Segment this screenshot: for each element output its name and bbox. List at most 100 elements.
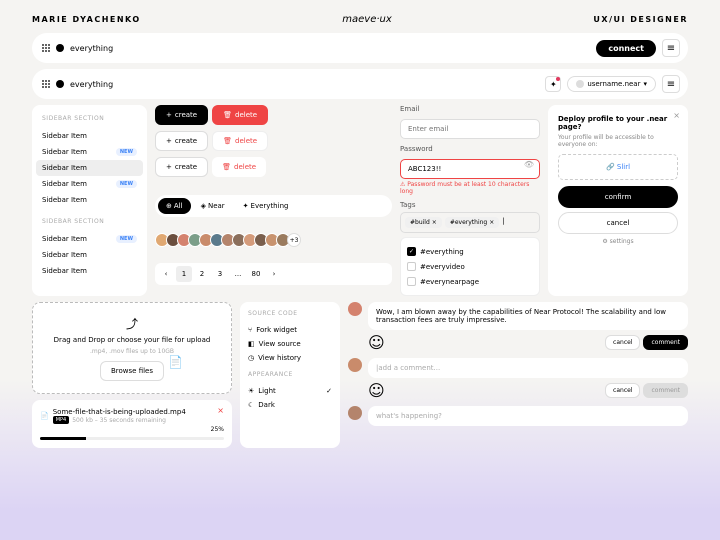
trash-icon: 🗑 xyxy=(223,111,232,119)
video-icon: 📄 xyxy=(40,412,49,420)
sidebar-item[interactable]: Sidebar ItemNEW xyxy=(36,144,143,160)
page-number[interactable]: 3 xyxy=(212,266,228,282)
deploy-sub: Your profile will be accessible to every… xyxy=(558,134,678,148)
menu-source[interactable]: ◧View source xyxy=(248,337,332,351)
avatar-stack: +3 xyxy=(155,233,392,247)
password-input[interactable] xyxy=(400,159,540,179)
create-button[interactable]: +create xyxy=(155,157,208,177)
delete-button-primary[interactable]: 🗑delete xyxy=(212,105,268,125)
sidebar-item[interactable]: Sidebar Item xyxy=(36,128,143,144)
upload-dropzone[interactable]: ⤴ Drag and Drop or choose your file for … xyxy=(32,302,232,394)
browse-button[interactable]: Browse files xyxy=(100,361,164,381)
delete-link[interactable]: 🗑delete xyxy=(212,157,266,177)
create-button-primary[interactable]: +create xyxy=(155,105,208,125)
remove-icon[interactable]: × xyxy=(489,219,494,226)
sun-icon: ☀ xyxy=(248,387,254,395)
chevron-down-icon: ▾ xyxy=(643,80,647,88)
avatar-more[interactable]: +3 xyxy=(287,233,301,247)
menu-history[interactable]: ◷View history xyxy=(248,351,332,365)
sidebar-item[interactable]: Sidebar Item xyxy=(36,192,143,208)
connect-button[interactable]: connect xyxy=(596,40,656,57)
page-number[interactable]: 80 xyxy=(248,266,264,282)
avatar xyxy=(348,302,362,316)
upload-progress: × 📄 Some-file-that-is-being-uploaded.mp4… xyxy=(32,400,232,448)
file-icon: 📄 xyxy=(168,355,183,369)
cancel-button[interactable]: cancel xyxy=(558,212,678,234)
settings-link[interactable]: ⚙ settings xyxy=(558,238,678,245)
emoji-icon[interactable]: ☺ xyxy=(368,381,385,400)
emoji-icon[interactable]: ☺ xyxy=(368,333,385,352)
logo-icon xyxy=(56,80,64,88)
avatar xyxy=(348,406,362,420)
segment-control: ⊕All ◈Near ✦Everything xyxy=(155,195,392,217)
email-label: Email xyxy=(400,105,540,113)
menu-dark[interactable]: ☾Dark xyxy=(248,398,332,412)
remove-icon[interactable]: × xyxy=(432,219,437,226)
deploy-title: Deploy profile to your .near page? xyxy=(558,115,678,131)
segment-all[interactable]: ⊕All xyxy=(158,198,191,214)
tags-input[interactable]: #build× #everything× | xyxy=(400,212,540,233)
comment-button[interactable]: comment xyxy=(643,335,688,350)
grid-icon[interactable] xyxy=(42,44,50,52)
page-prev[interactable]: ‹ xyxy=(158,266,174,282)
comments-column: Wow, I am blown away by the capabilities… xyxy=(348,302,688,448)
deploy-target[interactable]: 🔗 Slirl xyxy=(558,154,678,180)
page-number[interactable]: 2 xyxy=(194,266,210,282)
trash-icon: 🗑 xyxy=(223,137,232,145)
password-error: ⚠ Password must be at least 10 character… xyxy=(400,181,540,195)
context-menu: SOURCE CODE ⑂Fork widget ◧View source ◷V… xyxy=(240,302,340,448)
sidebar-item[interactable]: Sidebar ItemNEW xyxy=(36,231,143,247)
trash-icon: 🗑 xyxy=(222,163,231,171)
user-pill[interactable]: username.near ▾ xyxy=(567,76,656,92)
fork-icon: ⑂ xyxy=(248,326,252,334)
moon-icon: ☾ xyxy=(248,401,254,409)
segment-near[interactable]: ◈Near xyxy=(193,198,233,214)
code-icon: ◧ xyxy=(248,340,255,348)
sidebar-item[interactable]: Sidebar Item xyxy=(36,263,143,279)
notification-icon[interactable]: ✦ xyxy=(545,76,561,92)
email-input[interactable] xyxy=(400,119,540,139)
grid-icon[interactable] xyxy=(42,80,50,88)
page-number[interactable]: ... xyxy=(230,266,246,282)
sidebar-item[interactable]: Sidebar Item xyxy=(36,247,143,263)
checkbox[interactable]: ✓ xyxy=(407,247,416,256)
comment-input[interactable]: what's happening? xyxy=(368,406,688,426)
sidebar-item[interactable]: Sidebar ItemNEW xyxy=(36,176,143,192)
cancel-button[interactable]: cancel xyxy=(605,383,640,398)
globe-icon: ⊕ xyxy=(166,202,172,210)
menu-light[interactable]: ☀Light✓ xyxy=(248,384,332,398)
menu-button[interactable]: ≡ xyxy=(662,75,680,93)
sidebar-section-title: SIDEBAR SECTION xyxy=(42,115,137,122)
eye-icon[interactable]: 👁 xyxy=(524,160,534,169)
close-icon[interactable]: × xyxy=(673,111,680,120)
comment-button-disabled: comment xyxy=(643,383,688,398)
create-button[interactable]: +create xyxy=(155,131,208,151)
plus-icon: + xyxy=(166,163,172,171)
segment-everything[interactable]: ✦Everything xyxy=(235,198,297,214)
page-next[interactable]: › xyxy=(266,266,282,282)
menu-button[interactable]: ≡ xyxy=(662,39,680,57)
logo-icon xyxy=(56,44,64,52)
cancel-upload-icon[interactable]: × xyxy=(217,406,224,415)
checkbox[interactable] xyxy=(407,262,416,271)
topbar-1: everything connect ≡ xyxy=(32,33,688,63)
header-right: UX/UI DESIGNER xyxy=(593,15,688,24)
checkbox[interactable] xyxy=(407,277,416,286)
form-column: Email Password 👁 ⚠ Password must be at l… xyxy=(400,105,540,296)
comment-input[interactable]: |add a comment... xyxy=(368,358,688,378)
menu-fork[interactable]: ⑂Fork widget xyxy=(248,323,332,337)
delete-button-outline[interactable]: 🗑delete xyxy=(212,131,268,151)
topbar-2: everything ✦ username.near ▾ ≡ xyxy=(32,69,688,99)
upload-icon: ⤴ xyxy=(45,315,219,332)
plus-icon: + xyxy=(166,137,172,145)
pagination: ‹ 123...80 › xyxy=(155,263,392,285)
tags-label: Tags xyxy=(400,201,540,209)
page-number[interactable]: 1 xyxy=(176,266,192,282)
header-left: MARIE DYACHENKO xyxy=(32,15,141,24)
deploy-card: × Deploy profile to your .near page? You… xyxy=(548,105,688,296)
sparkle-icon: ✦ xyxy=(243,202,249,210)
confirm-button[interactable]: confirm xyxy=(558,186,678,208)
cancel-button[interactable]: cancel xyxy=(605,335,640,350)
sidebar-item[interactable]: Sidebar Item xyxy=(36,160,143,176)
comment-bubble: Wow, I am blown away by the capabilities… xyxy=(368,302,688,330)
